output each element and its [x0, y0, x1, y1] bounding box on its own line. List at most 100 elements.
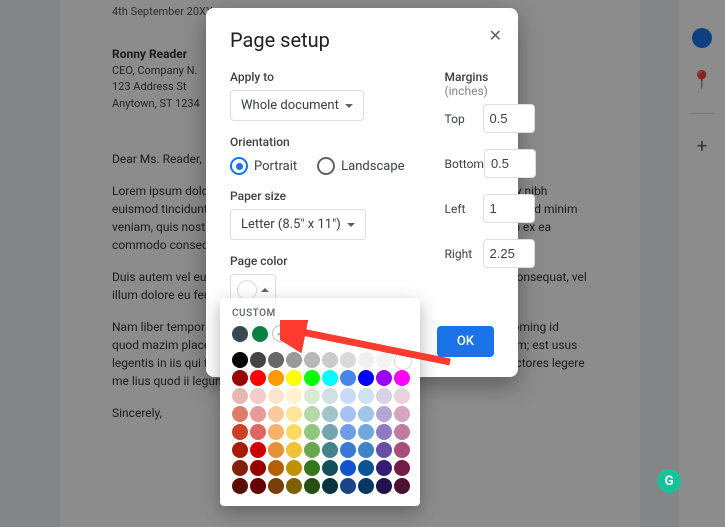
palette-color-swatch[interactable] [376, 460, 392, 476]
palette-color-swatch[interactable] [340, 370, 356, 386]
palette-color-swatch[interactable] [358, 478, 374, 494]
palette-color-swatch[interactable] [322, 370, 338, 386]
palette-color-swatch[interactable] [304, 406, 320, 422]
palette-color-swatch[interactable] [340, 352, 356, 368]
paper-size-select[interactable]: Letter (8.5" x 11") [230, 209, 366, 240]
palette-color-swatch[interactable] [286, 352, 302, 368]
palette-color-swatch[interactable] [232, 352, 248, 368]
apply-to-select[interactable]: Whole document [230, 90, 364, 121]
palette-color-swatch[interactable] [394, 352, 412, 370]
custom-colors-header: CUSTOM [232, 308, 408, 319]
palette-color-swatch[interactable] [304, 442, 320, 458]
palette-color-swatch[interactable] [358, 442, 374, 458]
palette-color-swatch[interactable] [322, 388, 338, 404]
palette-color-swatch[interactable] [394, 424, 410, 440]
dialog-title: Page setup [230, 28, 494, 52]
palette-color-swatch[interactable] [394, 388, 410, 404]
palette-color-swatch[interactable] [286, 460, 302, 476]
palette-color-swatch[interactable] [376, 442, 392, 458]
palette-color-swatch[interactable] [340, 406, 356, 422]
palette-color-swatch[interactable] [232, 370, 248, 386]
palette-color-swatch[interactable] [340, 460, 356, 476]
palette-color-swatch[interactable] [322, 442, 338, 458]
chevron-down-icon [345, 104, 353, 108]
palette-color-swatch[interactable] [250, 370, 266, 386]
palette-color-swatch[interactable] [286, 370, 302, 386]
palette-color-swatch[interactable] [232, 442, 248, 458]
palette-color-swatch[interactable] [250, 424, 266, 440]
palette-color-swatch[interactable] [340, 424, 356, 440]
palette-color-swatch[interactable] [268, 352, 284, 368]
palette-color-swatch[interactable] [358, 352, 374, 368]
palette-color-swatch[interactable] [286, 478, 302, 494]
palette-color-swatch[interactable] [250, 388, 266, 404]
palette-color-swatch[interactable] [268, 406, 284, 422]
palette-color-swatch[interactable] [376, 424, 392, 440]
palette-color-swatch[interactable] [286, 442, 302, 458]
palette-color-swatch[interactable] [286, 406, 302, 422]
palette-color-swatch[interactable] [268, 424, 284, 440]
palette-color-swatch[interactable] [376, 388, 392, 404]
margin-left-input[interactable] [483, 194, 535, 223]
palette-color-swatch[interactable] [250, 442, 266, 458]
orientation-landscape-radio[interactable]: Landscape [317, 157, 404, 175]
current-color-swatch [237, 280, 257, 300]
palette-color-swatch[interactable] [358, 460, 374, 476]
custom-color-swatch[interactable] [252, 326, 268, 342]
palette-color-swatch[interactable] [286, 424, 302, 440]
palette-color-swatch[interactable] [340, 388, 356, 404]
palette-color-swatch[interactable] [394, 370, 410, 386]
palette-color-swatch[interactable] [304, 370, 320, 386]
palette-color-swatch[interactable] [250, 460, 266, 476]
palette-color-swatch[interactable] [268, 370, 284, 386]
palette-color-swatch[interactable] [232, 478, 248, 494]
palette-color-swatch[interactable] [376, 406, 392, 422]
orientation-label: Orientation [230, 135, 405, 149]
margin-right-input[interactable] [483, 239, 535, 268]
custom-color-swatch[interactable] [232, 326, 248, 342]
palette-color-swatch[interactable] [286, 388, 302, 404]
margin-bottom-input[interactable] [484, 149, 536, 178]
palette-color-swatch[interactable] [304, 424, 320, 440]
palette-color-swatch[interactable] [394, 478, 410, 494]
palette-color-swatch[interactable] [268, 478, 284, 494]
palette-color-swatch[interactable] [358, 406, 374, 422]
ok-button[interactable]: OK [437, 326, 494, 357]
margin-top-input[interactable] [483, 104, 535, 133]
palette-color-swatch[interactable] [358, 370, 374, 386]
palette-color-swatch[interactable] [376, 352, 392, 368]
grammarly-icon[interactable]: G [657, 469, 681, 493]
palette-color-swatch[interactable] [394, 442, 410, 458]
palette-color-swatch[interactable] [232, 388, 248, 404]
palette-color-swatch[interactable] [340, 478, 356, 494]
palette-color-swatch[interactable] [376, 478, 392, 494]
palette-color-swatch[interactable] [376, 370, 392, 386]
palette-color-swatch[interactable] [322, 460, 338, 476]
palette-color-swatch[interactable] [322, 424, 338, 440]
palette-color-swatch[interactable] [340, 442, 356, 458]
palette-color-swatch[interactable] [250, 478, 266, 494]
palette-color-swatch[interactable] [358, 388, 374, 404]
palette-color-swatch[interactable] [232, 406, 248, 422]
palette-color-swatch[interactable] [232, 424, 248, 440]
palette-color-swatch[interactable] [304, 460, 320, 476]
palette-color-swatch[interactable] [394, 460, 410, 476]
close-icon[interactable]: ✕ [489, 26, 502, 45]
palette-color-swatch[interactable] [268, 388, 284, 404]
palette-color-swatch[interactable] [250, 406, 266, 422]
palette-color-swatch[interactable] [322, 352, 338, 368]
palette-color-swatch[interactable] [304, 352, 320, 368]
palette-color-swatch[interactable] [322, 406, 338, 422]
orientation-portrait-radio[interactable]: Portrait [230, 157, 297, 175]
palette-color-swatch[interactable] [232, 460, 248, 476]
add-custom-color-button[interactable]: + [272, 325, 289, 342]
palette-color-swatch[interactable] [268, 460, 284, 476]
palette-color-swatch[interactable] [304, 388, 320, 404]
palette-color-swatch[interactable] [358, 424, 374, 440]
palette-color-swatch[interactable] [322, 478, 338, 494]
palette-color-swatch[interactable] [304, 478, 320, 494]
palette-color-swatch[interactable] [394, 406, 410, 422]
palette-color-swatch[interactable] [268, 442, 284, 458]
palette-color-swatch[interactable] [250, 352, 266, 368]
margin-left-label: Left [445, 202, 483, 216]
